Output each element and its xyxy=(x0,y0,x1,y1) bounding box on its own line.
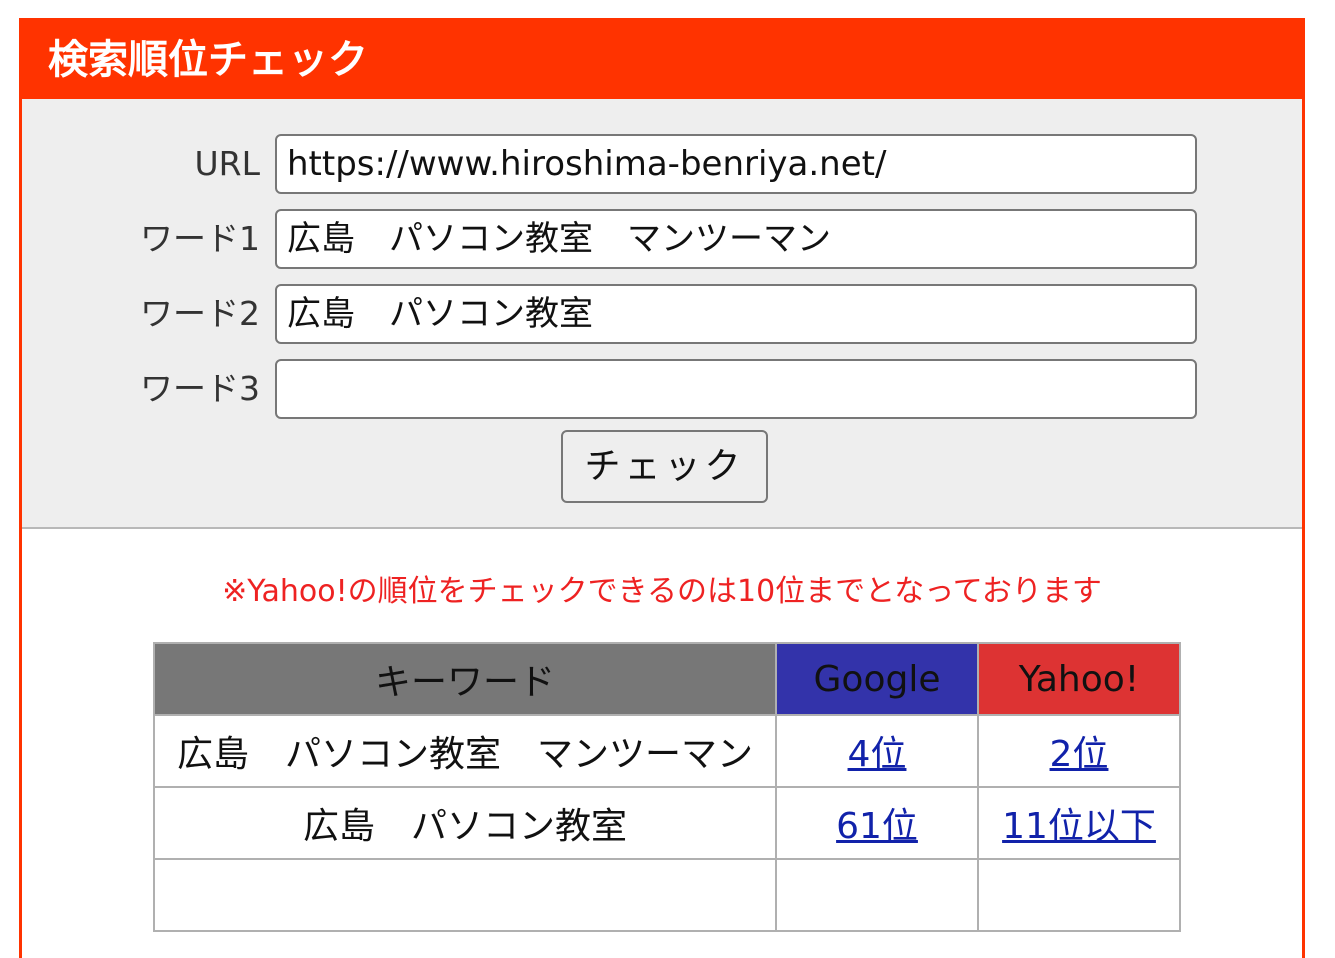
yahoo-rank-cell xyxy=(977,858,1181,932)
keyword-cell: 広島 パソコン教室 xyxy=(153,786,777,860)
yahoo-rank-link[interactable]: 2位 xyxy=(1050,734,1109,775)
panel-title: 検索順位チェック xyxy=(22,21,1302,99)
table-row: 広島 パソコン教室 61位 11位以下 xyxy=(153,786,1181,860)
word3-label: ワード3 xyxy=(140,369,260,408)
yahoo-notice: ※Yahoo!の順位をチェックできるのは10位までとなっております xyxy=(222,574,1102,609)
yahoo-rank-link[interactable]: 11位以下 xyxy=(1002,806,1156,847)
google-rank-cell: 61位 xyxy=(775,786,979,860)
search-form: URL https://www.hiroshima-benriya.net/ ワ… xyxy=(22,99,1302,529)
table-row: 広島 パソコン教室 マンツーマン 4位 2位 xyxy=(153,714,1181,788)
google-rank-link[interactable]: 4位 xyxy=(848,734,907,775)
word1-input[interactable]: 広島 パソコン教室 マンツーマン xyxy=(275,209,1197,269)
word2-input[interactable]: 広島 パソコン教室 xyxy=(275,284,1197,344)
google-column-header: Google xyxy=(775,642,979,716)
results-table: キーワード Google Yahoo! 広島 パソコン教室 マンツーマン 4位 … xyxy=(153,642,1181,932)
url-input[interactable]: https://www.hiroshima-benriya.net/ xyxy=(275,134,1197,194)
keyword-column-header: キーワード xyxy=(153,642,777,716)
yahoo-column-header: Yahoo! xyxy=(977,642,1181,716)
table-row xyxy=(153,858,1181,932)
google-rank-cell xyxy=(775,858,979,932)
yahoo-rank-cell: 2位 xyxy=(977,714,1181,788)
table-header-row: キーワード Google Yahoo! xyxy=(153,642,1181,716)
word1-label: ワード1 xyxy=(140,219,260,258)
keyword-cell: 広島 パソコン教室 マンツーマン xyxy=(153,714,777,788)
yahoo-rank-cell: 11位以下 xyxy=(977,786,1181,860)
google-rank-cell: 4位 xyxy=(775,714,979,788)
keyword-cell xyxy=(153,858,777,932)
url-label: URL xyxy=(194,144,260,183)
rank-check-panel: 検索順位チェック URL https://www.hiroshima-benri… xyxy=(19,18,1305,958)
check-button[interactable]: チェック xyxy=(561,430,768,503)
word3-input[interactable] xyxy=(275,359,1197,419)
word2-label: ワード2 xyxy=(140,294,260,333)
google-rank-link[interactable]: 61位 xyxy=(836,806,918,847)
